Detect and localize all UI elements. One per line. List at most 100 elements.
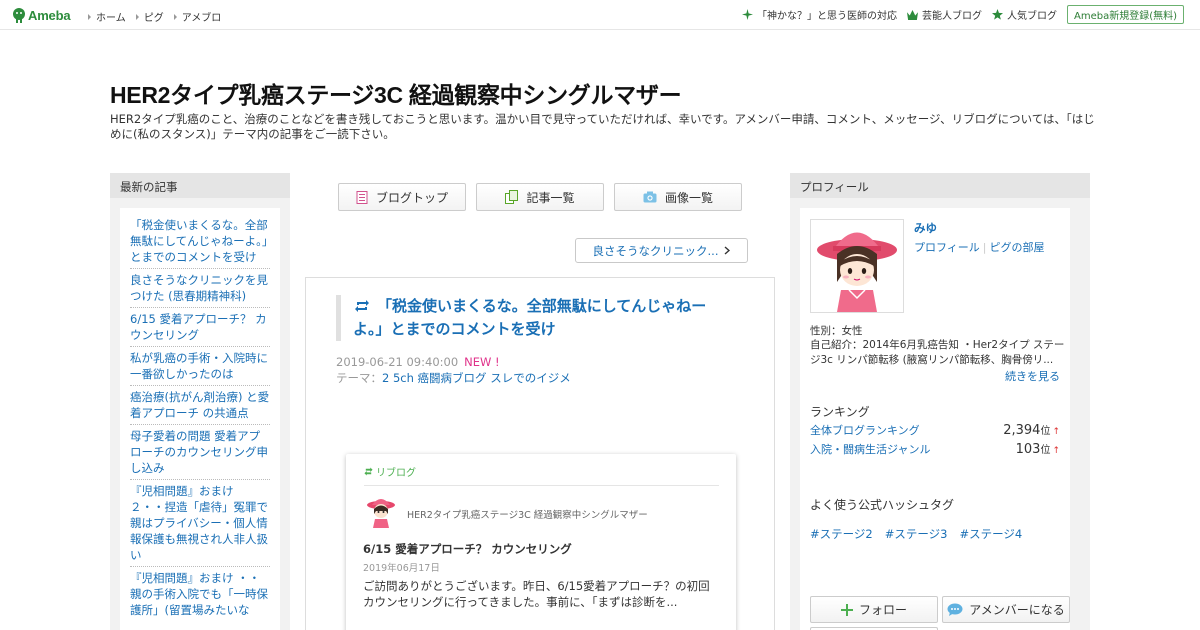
hashtag-link[interactable]: #ステージ3 [885, 526, 948, 542]
logo-text: Ameba [28, 7, 71, 23]
pigg-room-link[interactable]: ピグの部屋 [990, 241, 1045, 254]
divider [364, 485, 719, 486]
ranking-number: 2,394 [1003, 423, 1041, 438]
ranking-value: 103位 ↑ [1016, 441, 1060, 457]
reblog-label: リブログ [364, 464, 416, 479]
plus-icon [840, 603, 853, 616]
triangle-icon [88, 13, 91, 20]
recent-articles-list: 「税金使いまくるな。全部無駄にしてんじゃねーよ。」とまでのコメントを受け 良さそ… [120, 208, 280, 630]
list-item[interactable]: 『児相問題』おまけ ２・・捏造「虐待」冤罪で親はプライバシー・個人情報保護も無視… [130, 480, 270, 567]
ameba-logo[interactable]: Ameba [12, 6, 71, 24]
nav-item-pigg[interactable]: ピグ [135, 9, 164, 24]
ranking-unit: 位 [1040, 445, 1051, 456]
reblog-blog-name: HER2タイプ乳癌ステージ3C 経過観察中シングルマザー [407, 510, 648, 521]
list-item[interactable]: 良さそうなクリニックを見つけた (思春期精神科) [130, 269, 270, 308]
ranking-row: 入院・闘病生活ジャンル 103位 ↑ [810, 441, 1060, 457]
link-label: 芸能人ブログ [921, 11, 982, 22]
list-item[interactable]: 「税金使いまくるな。全部無駄にしてんじゃねーよ。」とまでのコメントを受け [130, 214, 270, 269]
link-popular-blog[interactable]: 人気ブログ [991, 7, 1057, 22]
reblog-date: 2019年06月17日 [363, 563, 440, 574]
list-item[interactable]: 母子愛着の問題 愛着アプローチのカウンセリング申し込み [130, 425, 270, 480]
link-celebrity-blog[interactable]: 芸能人ブログ [906, 7, 982, 22]
global-nav: ホーム ピグ アメブロ [88, 9, 221, 24]
signup-button[interactable]: Ameba新規登録(無料) [1066, 5, 1184, 24]
list-item[interactable]: 6/15 愛着アプローチ？ カウンセリング [130, 308, 270, 347]
article-date: 2019-06-21 09:40:00 [336, 355, 459, 369]
ranking-heading: ランキング [810, 405, 870, 419]
separator: | [982, 241, 987, 254]
list-item[interactable]: 私が乳癌の手術・入院時に一番欲しかったのは [130, 347, 270, 386]
tab-article-list[interactable]: 記事一覧 [476, 183, 604, 211]
theme-prefix: テーマ： [336, 371, 382, 385]
document-icon [356, 190, 368, 204]
profile-sex: 性別：女性 [810, 325, 863, 337]
tab-label: 記事一覧 [526, 190, 575, 205]
reblog-icon [364, 467, 373, 476]
avatar[interactable] [364, 494, 398, 528]
tab-label: ブログトップ [375, 190, 448, 205]
read-more-link[interactable]: 続きを見る [1005, 368, 1060, 384]
nav-label: ピグ [143, 13, 164, 24]
hashtag-link[interactable]: #ステージ2 [810, 526, 873, 542]
theme-link[interactable]: 2 5ch 癌闘病ブログ スレでのイジメ [382, 371, 571, 385]
amember-button[interactable]: アメンバーになる [942, 596, 1070, 623]
trend-up-icon: ↑ [1052, 427, 1060, 437]
recent-articles-panel: 最新の記事 「税金使いまくるな。全部無駄にしてんじゃねーよ。」とまでのコメントを… [110, 173, 290, 630]
next-article-button[interactable]: 良さそうなクリニック... [575, 238, 748, 263]
recent-articles-heading: 最新の記事 [110, 173, 290, 198]
ranking-unit: 位 [1040, 426, 1051, 437]
article-title-text: 「税金使いまくるな。全部無駄にしてんじゃねーよ。」とまでのコメントを受け [353, 297, 707, 338]
star-icon [991, 9, 1003, 20]
nav-label: アメブロ [181, 13, 222, 24]
tab-image-list[interactable]: 画像一覧 [614, 183, 742, 211]
global-header: Ameba ホーム ピグ アメブロ 「神かな？」と思う医師の対応 芸能人ブログ … [0, 0, 1200, 30]
profile-link[interactable]: プロフィール [914, 241, 980, 254]
hashtag-link[interactable]: #ステージ4 [959, 526, 1022, 542]
chat-bubble-icon [947, 603, 963, 616]
new-badge: NEW ! [464, 355, 500, 369]
reblog-label-text: リブログ [376, 468, 416, 479]
profile-links: プロフィール | ピグの部屋 [914, 239, 1045, 255]
ranking-number: 103 [1015, 442, 1041, 457]
ranking-label[interactable]: 全体ブログランキング [810, 422, 920, 438]
ranking-label[interactable]: 入院・闘病生活ジャンル [810, 441, 930, 457]
blog-tabs: ブログトップ 記事一覧 画像一覧 [338, 183, 742, 211]
triangle-icon [173, 13, 177, 20]
triangle-icon [135, 13, 139, 20]
nav-label: ホーム [96, 13, 126, 24]
article-title[interactable]: 「税金使いまくるな。全部無駄にしてんじゃねーよ。」とまでのコメントを受け [336, 295, 736, 341]
article: 「税金使いまくるな。全部無駄にしてんじゃねーよ。」とまでのコメントを受け 201… [305, 277, 775, 630]
profile-intro: 自己紹介：2014年6月乳癌告知 ・Her2タイプ ステージ3c リンパ節転移 … [810, 339, 1065, 366]
link-doctor-topic[interactable]: 「神かな？」と思う医師の対応 [741, 7, 897, 22]
hashtag-list: #ステージ2 #ステージ3 #ステージ4 [810, 526, 1022, 542]
sparkle-icon [741, 9, 753, 20]
blog-title[interactable]: HER2タイプ乳癌ステージ3C 経過観察中シングルマザー [110, 76, 682, 110]
link-label: 「神かな？」と思う医師の対応 [756, 11, 897, 22]
chevron-right-icon [725, 246, 731, 255]
list-item[interactable]: 『児相問題』おまけ ・・親の手術入院でも「一時保護所」(留置場みたいな [130, 567, 270, 621]
reblog-title: 6/15 愛着アプローチ？ カウンセリング [363, 542, 572, 556]
trend-up-icon: ↑ [1052, 446, 1060, 456]
profile-panel: プロフィール みゆ プロフィール | ピグの部屋 性別：女性 自己紹介：2014… [790, 173, 1090, 630]
ranking-value: 2,394位 ↑ [1003, 422, 1060, 438]
profile-actions: フォロー アメンバーになる [810, 596, 1070, 623]
avatar-illustration [817, 232, 897, 312]
amember-label: アメンバーになる [969, 603, 1065, 617]
nav-item-ameblo[interactable]: アメブロ [173, 9, 222, 24]
profile-box: みゆ プロフィール | ピグの部屋 性別：女性 自己紹介：2014年6月乳癌告知 ・… [800, 208, 1070, 630]
tab-blog-top[interactable]: ブログトップ [338, 183, 466, 211]
reblog-body: ご訪問ありがとうございます。昨日、6/15愛着アプローチ？の初回カウンセリングに… [363, 579, 710, 609]
profile-avatar[interactable] [810, 219, 904, 313]
nav-item-home[interactable]: ホーム [88, 9, 126, 24]
camera-icon [643, 191, 657, 203]
article-meta: 2019-06-21 09:40:00 NEW ! テーマ：2 5ch 癌闘病ブロ… [336, 354, 571, 386]
ameba-mascot-icon [13, 8, 25, 23]
reblog-icon [355, 300, 369, 312]
crown-icon [906, 9, 918, 20]
blog-description: HER2タイプ乳癌のこと、治療のことなどを書き残しておこうと思います。温かい目で… [110, 112, 1095, 141]
profile-name[interactable]: みゆ [914, 220, 937, 236]
list-item[interactable]: 癌治療(抗がん剤治療) と愛着アプローチ の共通点 [130, 386, 270, 425]
tab-label: 画像一覧 [664, 190, 713, 205]
reblog-card[interactable]: リブログ HER2タイプ乳癌ステージ3C 経過観察中シングルマザー 6/15 愛… [346, 454, 736, 630]
follow-button[interactable]: フォロー [810, 596, 938, 623]
